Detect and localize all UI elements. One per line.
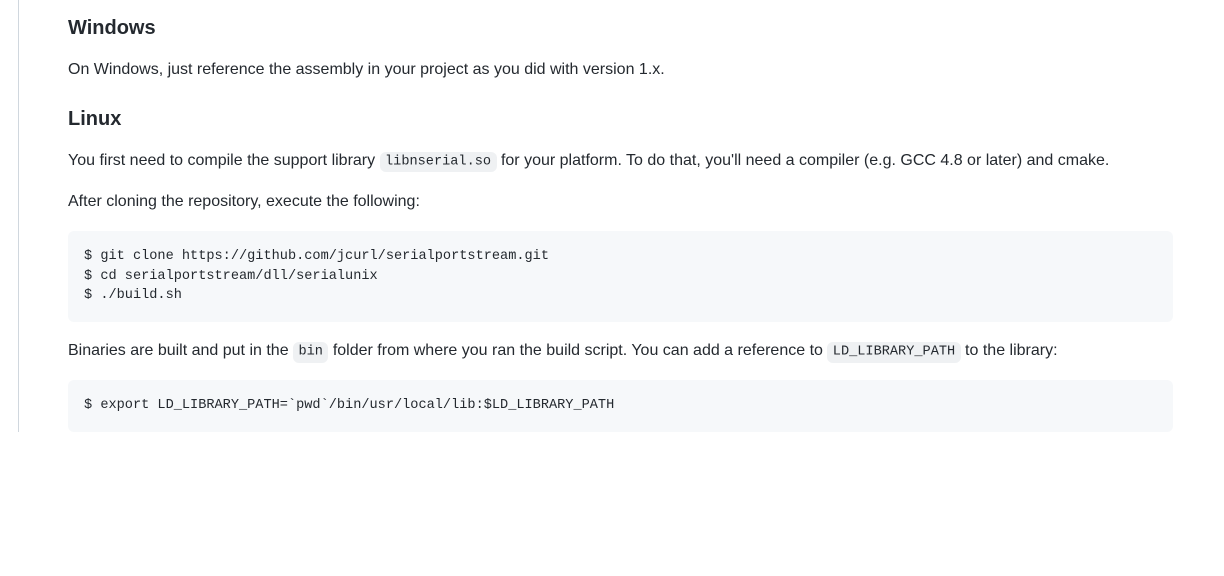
inline-code-bin: bin xyxy=(293,342,328,362)
linux-heading: Linux xyxy=(68,107,1173,132)
code-block-export[interactable]: $ export LD_LIBRARY_PATH=`pwd`/bin/usr/l… xyxy=(68,380,1173,432)
code-block-content: $ export LD_LIBRARY_PATH=`pwd`/bin/usr/l… xyxy=(84,398,614,413)
text-fragment: for your platform. To do that, you'll ne… xyxy=(497,152,1110,169)
text-fragment: You first need to compile the support li… xyxy=(68,152,380,169)
inline-code-libnserial: libnserial.so xyxy=(380,152,497,172)
windows-heading: Windows xyxy=(68,16,1173,41)
code-block-clone[interactable]: $ git clone https://github.com/jcurl/ser… xyxy=(68,231,1173,322)
readme-content: Windows On Windows, just reference the a… xyxy=(18,0,1208,432)
text-fragment: Binaries are built and put in the xyxy=(68,342,293,359)
linux-paragraph-1: You first need to compile the support li… xyxy=(68,148,1173,174)
text-fragment: to the library: xyxy=(961,342,1058,359)
text-fragment: folder from where you ran the build scri… xyxy=(328,342,827,359)
windows-paragraph: On Windows, just reference the assembly … xyxy=(68,57,1173,83)
linux-paragraph-2: After cloning the repository, execute th… xyxy=(68,189,1173,215)
inline-code-ldlibrarypath: LD_LIBRARY_PATH xyxy=(827,342,960,362)
code-block-content: $ git clone https://github.com/jcurl/ser… xyxy=(84,249,549,303)
linux-paragraph-3: Binaries are built and put in the bin fo… xyxy=(68,338,1173,364)
